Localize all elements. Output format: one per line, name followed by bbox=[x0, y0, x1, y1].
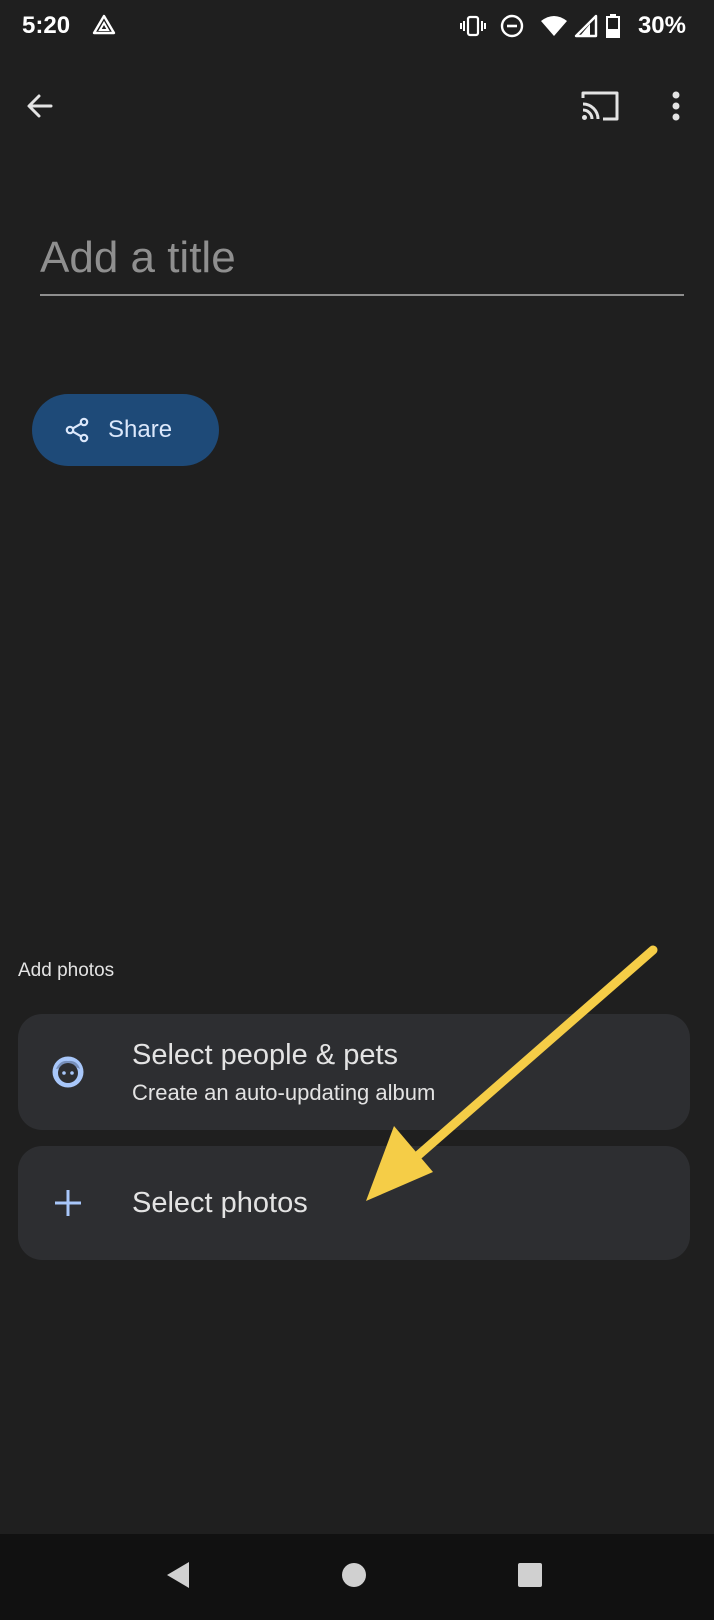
app-bar bbox=[0, 72, 714, 144]
signal-icon bbox=[574, 14, 598, 43]
back-button[interactable] bbox=[16, 84, 64, 132]
nav-recents-icon bbox=[517, 1562, 543, 1593]
share-icon bbox=[64, 417, 90, 443]
drive-icon bbox=[92, 13, 116, 37]
cast-button[interactable] bbox=[576, 84, 624, 132]
battery-percent: 30% bbox=[637, 12, 686, 39]
vibrate-icon bbox=[460, 14, 486, 43]
select-photos-option[interactable]: Select photos bbox=[18, 1146, 690, 1260]
wifi-icon bbox=[540, 14, 568, 43]
share-button[interactable]: Share bbox=[32, 394, 219, 466]
cast-icon bbox=[579, 89, 621, 128]
back-arrow-icon bbox=[24, 90, 56, 127]
option-subtitle: Create an auto-updating album bbox=[132, 1079, 436, 1105]
nav-home-icon bbox=[341, 1562, 367, 1593]
navigation-bar bbox=[0, 1534, 714, 1620]
dnd-icon bbox=[500, 14, 524, 43]
option-title: Select photos bbox=[132, 1186, 308, 1219]
face-icon bbox=[48, 1052, 88, 1092]
nav-back-icon bbox=[164, 1560, 192, 1595]
nav-home-button[interactable] bbox=[328, 1551, 380, 1603]
select-photos-text: Select photos bbox=[132, 1187, 308, 1220]
option-title: Select people & pets bbox=[132, 1038, 399, 1071]
screen: 5:20 30% Add a title Share Add photos Se… bbox=[0, 0, 714, 1620]
more-vert-icon bbox=[671, 90, 681, 127]
share-label: Share bbox=[108, 416, 173, 443]
status-time: 5:20 bbox=[22, 12, 71, 39]
nav-back-button[interactable] bbox=[152, 1551, 204, 1603]
battery-icon bbox=[606, 14, 620, 43]
more-options-button[interactable] bbox=[652, 84, 700, 132]
nav-recents-button[interactable] bbox=[504, 1551, 556, 1603]
status-bar: 5:20 30% bbox=[0, 0, 714, 52]
album-title-input[interactable] bbox=[40, 232, 684, 296]
select-people-pets-option[interactable]: Select people & pets Create an auto-upda… bbox=[18, 1014, 690, 1130]
plus-icon bbox=[48, 1183, 88, 1223]
select-people-pets-text: Select people & pets Create an auto-upda… bbox=[132, 1039, 435, 1106]
add-photos-label: Add photos bbox=[18, 960, 115, 981]
